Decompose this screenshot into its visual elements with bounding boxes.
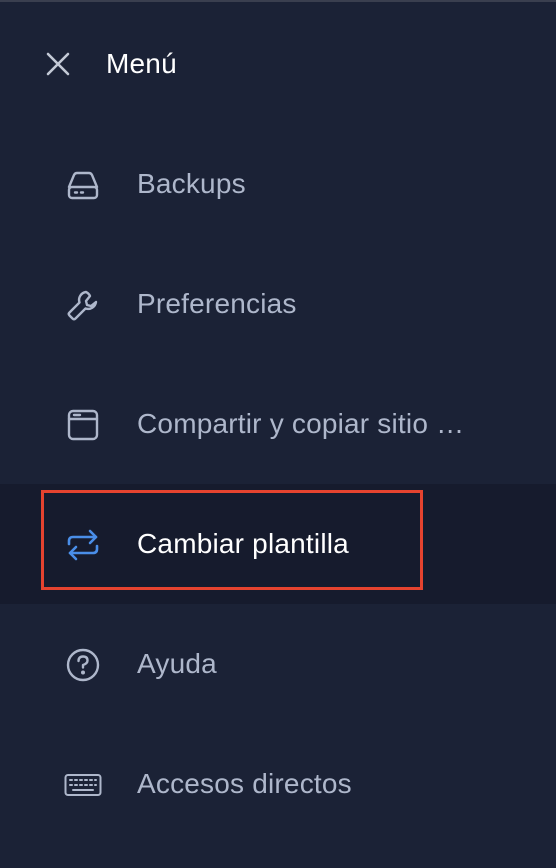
close-icon [46,52,70,76]
hard-drive-icon [64,166,102,204]
menu-item-label: Preferencias [137,288,297,319]
menu-item-accesos-directos[interactable]: Accesos directos [0,724,556,844]
menu-item-backups[interactable]: Backups [0,124,556,244]
menu-item-cambiar-plantilla[interactable]: Cambiar plantilla [0,484,556,604]
menu-item-label: Backups [137,168,246,199]
close-button[interactable] [38,44,78,84]
menu-item-label: Compartir y copiar sitio … [137,408,465,439]
wrench-icon [64,286,102,324]
menu-list: Backups Preferencias Compartir y copiar … [0,124,556,844]
menu-item-preferencias[interactable]: Preferencias [0,244,556,364]
keyboard-icon [64,766,102,804]
browser-window-icon [64,406,102,444]
menu-item-ayuda[interactable]: Ayuda [0,604,556,724]
menu-item-label: Ayuda [137,648,217,679]
menu-item-label: Cambiar plantilla [137,528,349,559]
menu-item-compartir[interactable]: Compartir y copiar sitio … [0,364,556,484]
swap-arrows-icon [64,526,102,564]
help-circle-icon [64,646,102,684]
menu-header: Menú [0,0,556,124]
menu-item-label: Accesos directos [137,768,352,799]
menu-title: Menú [106,48,177,79]
